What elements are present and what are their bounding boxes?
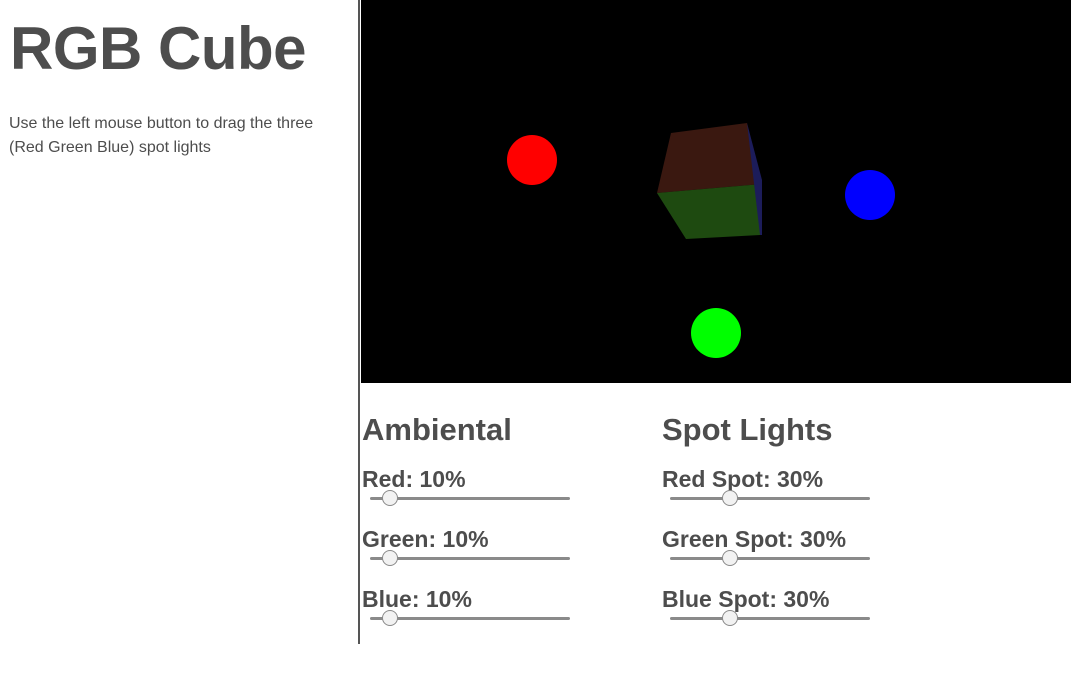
slider-thumb[interactable] [382,550,398,566]
ambient-red-label: Red: 10% [362,466,466,492]
ambient-red-slider[interactable] [370,490,570,506]
spot-blue-label: Blue Spot: 30% [662,586,830,612]
spot-red-control: Red Spot: 30% [662,460,962,520]
cube-top-face [657,123,762,193]
ambient-blue-label: Blue: 10% [362,586,472,612]
ambient-green-label: Green: 10% [362,526,489,552]
spot-blue-control: Blue Spot: 30% [662,580,962,640]
ambient-red-control: Red: 10% [362,460,662,520]
ambient-green-slider[interactable] [370,550,570,566]
spot-green-control: Green Spot: 30% [662,520,962,580]
spot-blue-slider[interactable] [670,610,870,626]
slider-thumb[interactable] [722,490,738,506]
spot-green-label: Green Spot: 30% [662,526,847,552]
ambient-blue-control: Blue: 10% [362,580,662,640]
instructions-text: Use the left mouse button to drag the th… [9,115,314,156]
spot-green-slider[interactable] [670,550,870,566]
green-spot-light[interactable] [691,308,741,358]
spot-lights-panel: Spot Lights Red Spot: 30% Green Spot: 30… [662,408,962,640]
spot-lights-heading: Spot Lights [662,412,833,447]
blue-spot-light[interactable] [845,170,895,220]
slider-thumb[interactable] [382,490,398,506]
slider-thumb[interactable] [382,610,398,626]
slider-thumb[interactable] [722,610,738,626]
page-title: RGB Cube [10,15,307,82]
ambient-panel: Ambiental Red: 10% Green: 10% Blue: 10% [362,408,662,640]
spot-red-label: Red Spot: 30% [662,466,824,492]
red-spot-light[interactable] [507,135,557,185]
slider-thumb[interactable] [722,550,738,566]
sidebar: RGB Cube Use the left mouse button to dr… [0,0,358,680]
spot-red-slider[interactable] [670,490,870,506]
ambient-blue-slider[interactable] [370,610,570,626]
ambient-heading: Ambiental [362,412,512,447]
ambient-green-control: Green: 10% [362,520,662,580]
divider [358,0,360,644]
webgl-viewport[interactable] [361,0,1071,383]
